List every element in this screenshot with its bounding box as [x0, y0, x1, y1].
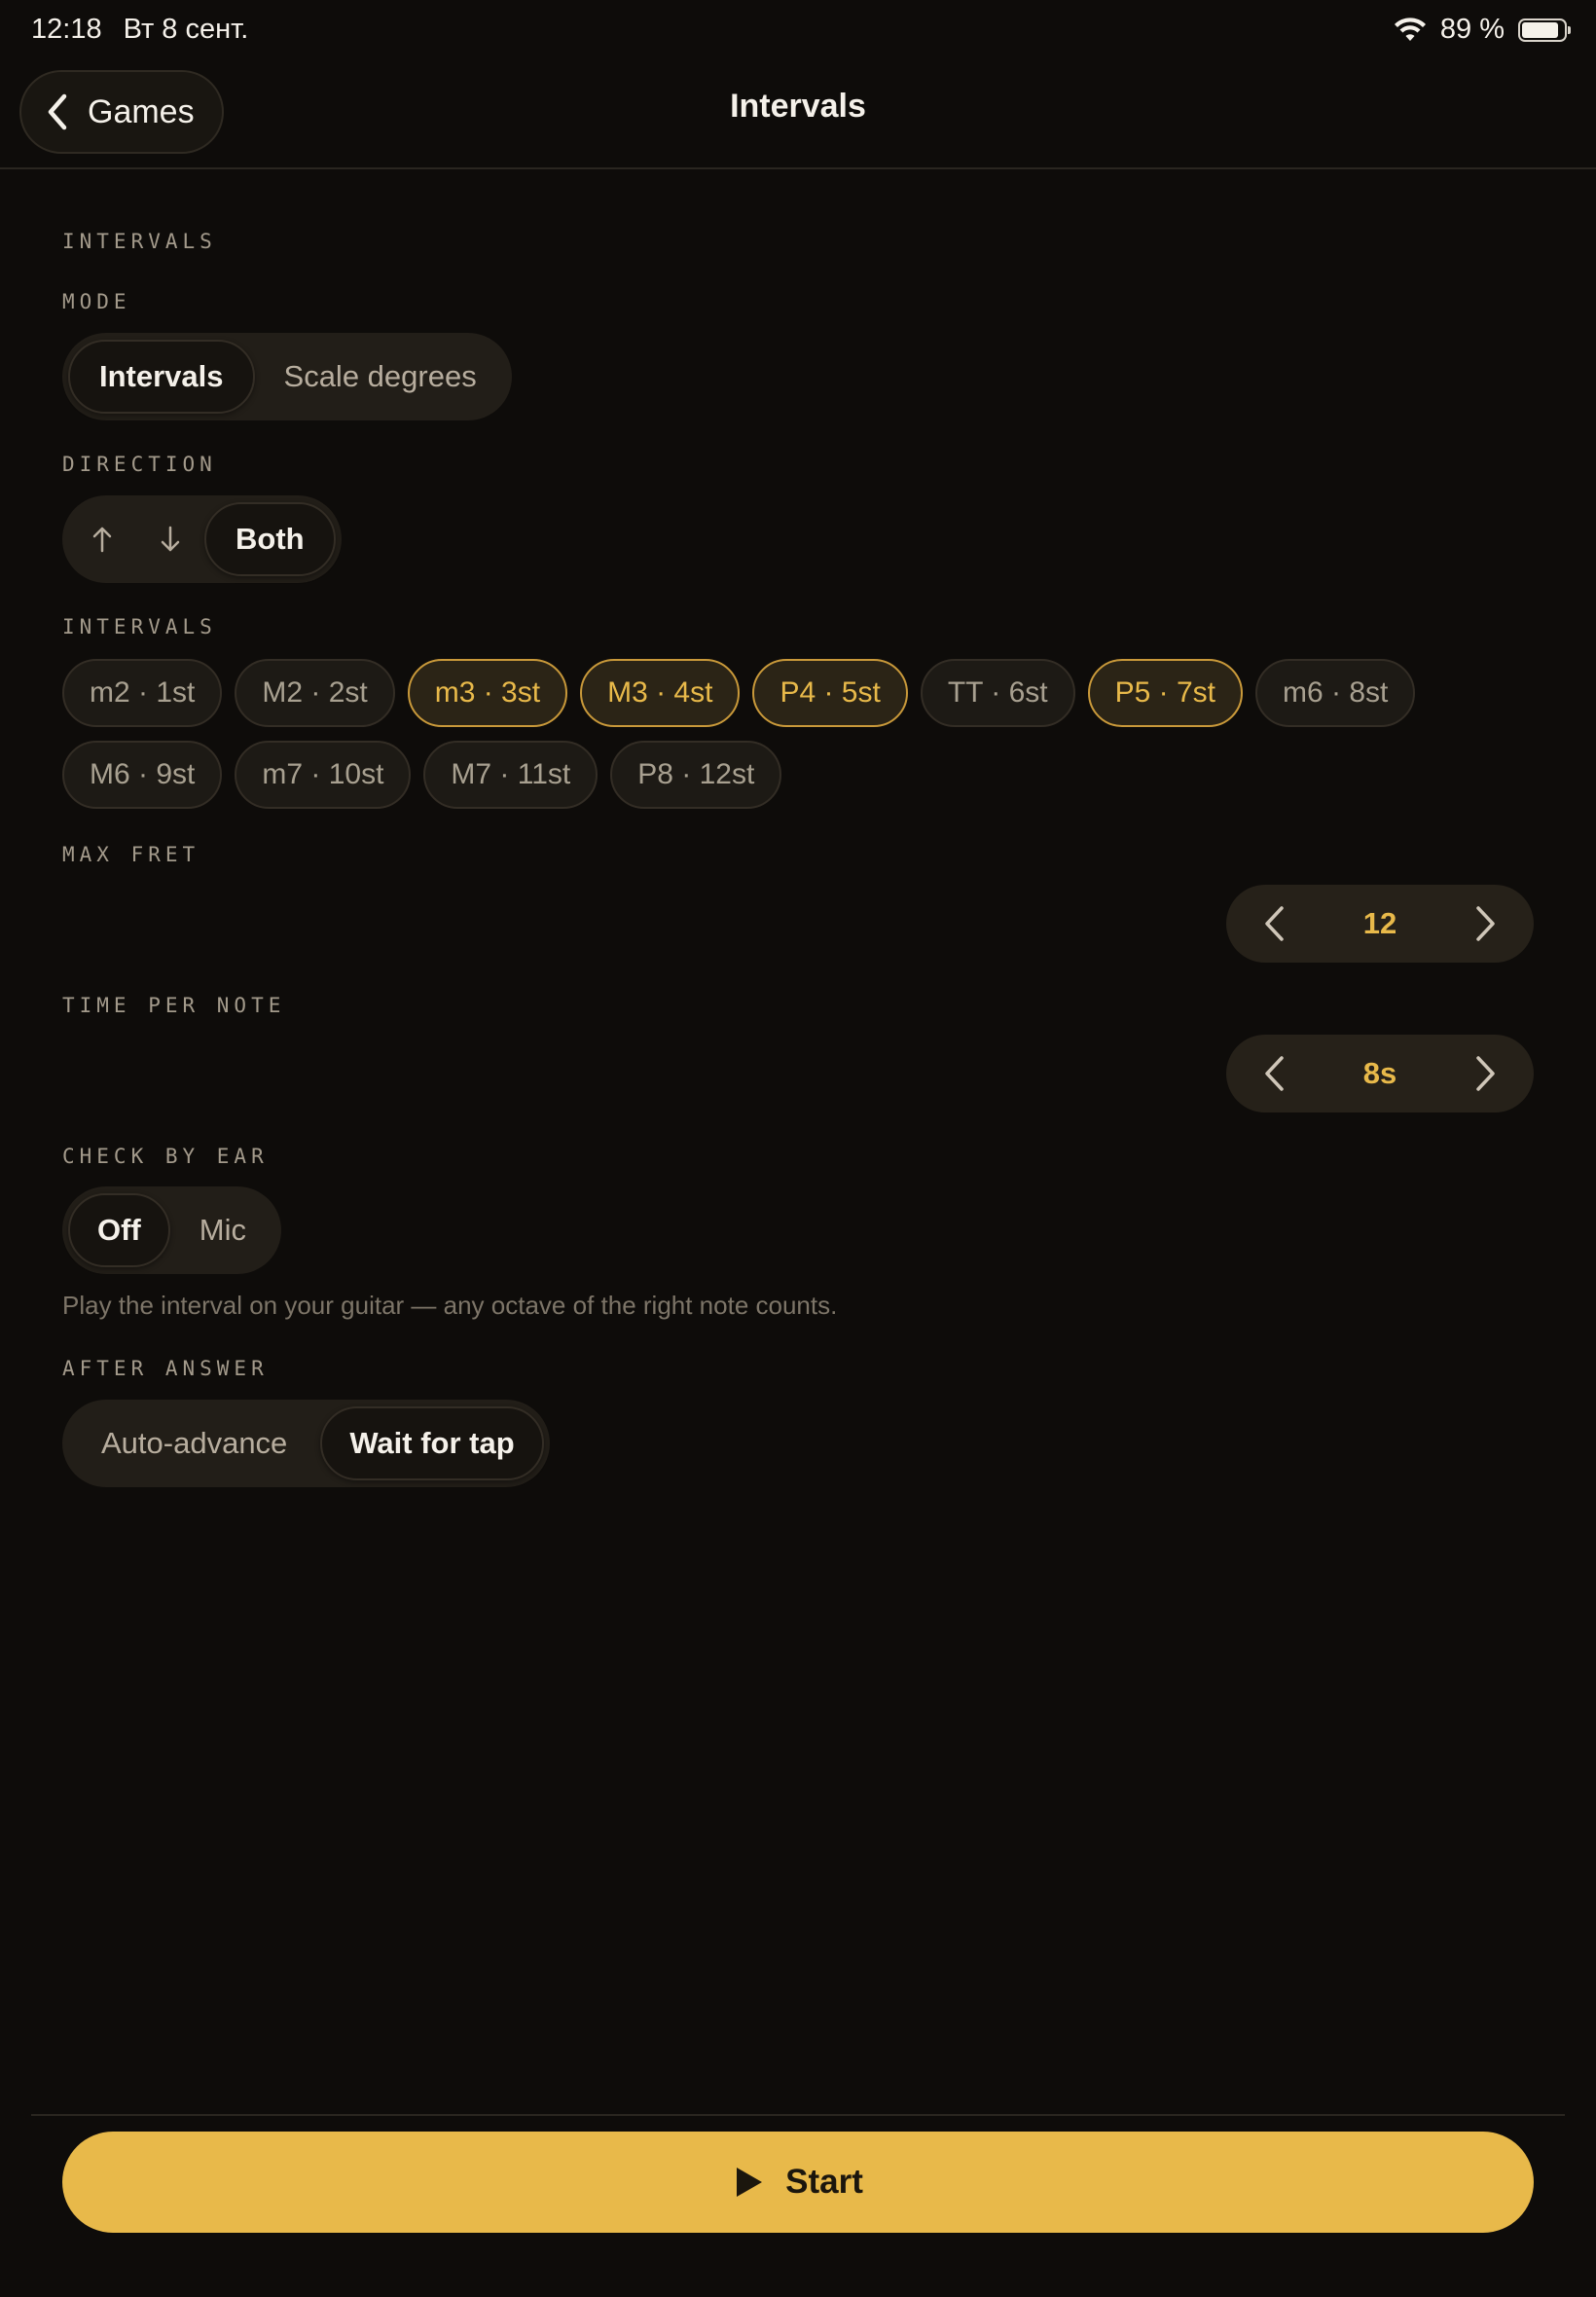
play-icon: [737, 2168, 763, 2197]
chevron-left-icon: [1265, 906, 1284, 941]
status-time: 12:18: [31, 14, 102, 45]
max-fret-decrement-button[interactable]: [1251, 894, 1296, 953]
interval-chip[interactable]: m2 · 1st: [62, 659, 223, 727]
battery-percent: 89 %: [1439, 14, 1505, 45]
interval-chip[interactable]: P4 · 5st: [752, 659, 908, 727]
interval-chip[interactable]: M2 · 2st: [235, 659, 395, 727]
direction-option-both[interactable]: Both: [204, 502, 336, 576]
mode-segmented-control: Intervals Scale degrees: [62, 333, 512, 420]
after-answer-label: AFTER ANSWER: [62, 1357, 269, 1380]
battery-icon: [1518, 18, 1571, 42]
direction-option-up[interactable]: [68, 502, 136, 576]
max-fret-increment-button[interactable]: [1464, 894, 1508, 953]
time-per-note-value: 8s: [1362, 1056, 1397, 1090]
check-option-mic[interactable]: Mic: [170, 1193, 275, 1267]
interval-chip[interactable]: m7 · 10st: [235, 741, 412, 809]
status-bar: 12:18 Вт 8 сент. 89 %: [0, 0, 1596, 60]
interval-chip[interactable]: TT · 6st: [920, 659, 1075, 727]
interval-chip[interactable]: M6 · 9st: [62, 741, 223, 809]
chevron-right-icon: [1476, 1056, 1495, 1091]
direction-option-down[interactable]: [136, 502, 204, 576]
check-by-ear-segmented-control: Off Mic: [62, 1186, 281, 1274]
interval-chip[interactable]: M3 · 4st: [580, 659, 741, 727]
check-by-ear-hint: Play the interval on your guitar — any o…: [62, 1291, 838, 1320]
down-arrow-icon: [161, 526, 180, 552]
mode-option-intervals[interactable]: Intervals: [68, 340, 255, 414]
start-button[interactable]: Start: [62, 2132, 1534, 2233]
chevron-left-icon: [1265, 1056, 1284, 1091]
direction-segmented-control: Both: [62, 495, 342, 583]
interval-chip[interactable]: m3 · 3st: [407, 659, 568, 727]
interval-chip[interactable]: P8 · 12st: [610, 741, 782, 809]
intervals-label: INTERVALS: [62, 615, 217, 638]
time-increment-button[interactable]: [1464, 1044, 1508, 1103]
section-header: INTERVALS: [62, 230, 217, 253]
navigation-bar: Games Intervals: [0, 62, 1596, 169]
max-fret-value: 12: [1362, 906, 1397, 940]
interval-chip[interactable]: M7 · 11st: [423, 741, 598, 809]
interval-chip[interactable]: m6 · 8st: [1254, 659, 1416, 727]
direction-label: DIRECTION: [62, 453, 217, 476]
max-fret-label: MAX FRET: [62, 843, 200, 866]
interval-chip[interactable]: P5 · 7st: [1087, 659, 1243, 727]
mode-label: MODE: [62, 290, 131, 313]
interval-chip-list: m2 · 1st M2 · 2st m3 · 3st M3 · 4st P4 · 5st…: [62, 659, 1542, 809]
after-option-wait-for-tap[interactable]: Wait for tap: [320, 1406, 544, 1480]
start-label: Start: [785, 2163, 863, 2201]
page-title: Intervals: [730, 88, 866, 125]
check-by-ear-label: CHECK BY EAR: [62, 1145, 269, 1168]
after-answer-segmented-control: Auto-advance Wait for tap: [62, 1400, 550, 1487]
time-decrement-button[interactable]: [1251, 1044, 1296, 1103]
mode-option-scale-degrees[interactable]: Scale degrees: [255, 340, 506, 414]
max-fret-stepper: 12: [1226, 885, 1534, 963]
check-option-off[interactable]: Off: [68, 1193, 170, 1267]
after-option-auto-advance[interactable]: Auto-advance: [68, 1406, 320, 1480]
time-per-note-label: TIME PER NOTE: [62, 994, 286, 1017]
chevron-right-icon: [1476, 906, 1495, 941]
divider: [31, 2114, 1565, 2116]
status-date: Вт 8 сент.: [123, 14, 249, 45]
wifi-icon: [1394, 17, 1426, 41]
up-arrow-icon: [92, 527, 112, 553]
time-per-note-stepper: 8s: [1226, 1035, 1534, 1112]
